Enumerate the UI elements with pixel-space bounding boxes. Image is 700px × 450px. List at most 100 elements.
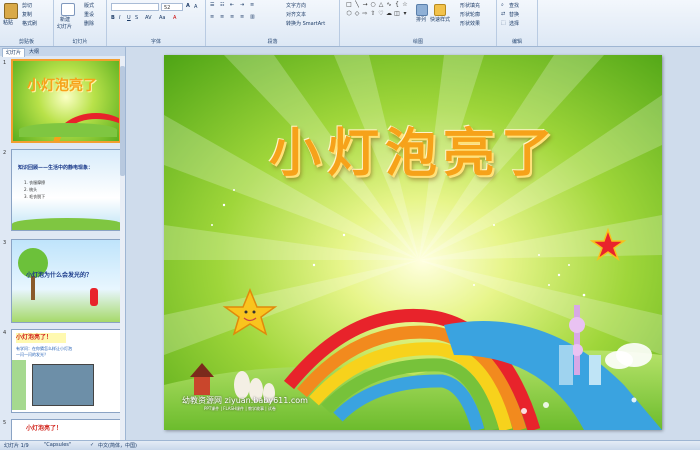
group-label: 编辑	[511, 39, 522, 45]
numbering-icon[interactable]: ☷	[220, 2, 224, 8]
tab-outline[interactable]: 大纲	[26, 48, 42, 56]
bullets-icon[interactable]: ☰	[210, 2, 214, 8]
panel-tabs: 幻灯片 大纲	[0, 47, 125, 57]
slides-panel: 幻灯片 大纲 1 小灯泡亮了 2 知识回顾——生活中的静电现象： 1. 衣服摩擦…	[0, 47, 126, 440]
increase-indent-icon[interactable]: ⇥	[240, 2, 244, 8]
align-center-icon[interactable]: ≡	[220, 14, 224, 20]
columns-icon[interactable]: ▥	[250, 14, 255, 20]
delete-button[interactable]: 删除	[84, 20, 94, 27]
tab-slides[interactable]: 幻灯片	[2, 48, 26, 57]
status-language: 中文(简体，中国)	[98, 443, 137, 449]
group-paragraph: ☰ ☷ ⇤ ⇥ ≡ ≡ ≡ ≡ ≡ ▥ 文字方向 对齐文本 转换为 SmartA…	[206, 0, 340, 46]
thumb-item: 1. 衣服摩擦	[24, 180, 46, 185]
group-clipboard: 粘贴 剪切 复制 格式刷 剪贴板	[0, 0, 54, 46]
shape-heart-icon[interactable]: ♡	[378, 11, 384, 17]
strikethrough-icon[interactable]: S	[135, 15, 138, 21]
slide-title[interactable]: 小灯泡亮了	[224, 111, 604, 186]
shape-outline-button[interactable]: 形状轮廓	[460, 11, 480, 18]
thumb-hill	[19, 123, 117, 137]
quick-styles-icon[interactable]	[434, 4, 446, 16]
status-slide-info: 幻灯片 1/9	[4, 443, 29, 449]
replace-icon[interactable]: ⇄	[501, 11, 505, 17]
cut-button[interactable]: 剪切	[22, 2, 32, 9]
format-painter-button[interactable]: 格式刷	[22, 20, 37, 27]
shape-more-icon[interactable]: ▾	[402, 11, 408, 17]
find-button[interactable]: 查找	[509, 2, 519, 9]
thumb-body: 有学问：在你猜怎么样让小灯泡一闪一闪的发光？	[16, 346, 72, 357]
shape-arrow-right-icon[interactable]: ⇨	[362, 11, 368, 17]
align-text-button[interactable]: 对齐文本	[286, 11, 306, 18]
thumb-item: 2. 梳头	[24, 187, 38, 192]
shape-rect-icon[interactable]: □	[346, 2, 352, 8]
justify-icon[interactable]: ≡	[240, 14, 244, 20]
new-slide-label: 幻灯片	[57, 24, 73, 30]
group-label: 幻灯片	[72, 39, 88, 45]
select-icon[interactable]: ⬚	[501, 20, 506, 26]
thumb-title: 小灯泡亮了！	[26, 425, 63, 432]
slide-thumb-1[interactable]: 小灯泡亮了	[11, 59, 121, 143]
thumb-trunk	[31, 276, 35, 300]
decrease-indent-icon[interactable]: ⇤	[230, 2, 234, 8]
shape-star-icon[interactable]: ☆	[402, 2, 408, 8]
font-color-icon[interactable]: A	[173, 15, 176, 21]
shape-brace-icon[interactable]: {	[394, 2, 400, 8]
slide-thumb-4[interactable]: 小灯泡亮了！ 有学问：在你猜怎么样让小灯泡一闪一闪的发光？	[11, 329, 121, 413]
shape-line-icon[interactable]: ╲	[354, 2, 360, 8]
font-size-combo[interactable]: 52	[161, 3, 183, 11]
layout-button[interactable]: 版式	[84, 2, 94, 9]
status-spell-icon[interactable]: ✓	[90, 442, 94, 448]
shape-triangle-icon[interactable]: △	[378, 2, 384, 8]
shape-cloud-icon[interactable]: ☁	[386, 11, 392, 17]
align-left-icon[interactable]: ≡	[210, 14, 214, 20]
shape-callout-icon[interactable]: ◫	[394, 11, 400, 17]
grow-font-icon[interactable]: A	[186, 3, 190, 9]
panel-scrollbar[interactable]	[120, 56, 125, 440]
slide-thumb-3[interactable]: 小灯泡为什么会发光的？	[11, 239, 121, 323]
line-spacing-icon[interactable]: ≡	[250, 2, 254, 8]
paste-icon[interactable]	[4, 3, 18, 19]
smartart-button[interactable]: 转换为 SmartArt	[286, 20, 325, 27]
reset-button[interactable]: 重设	[84, 11, 94, 18]
shape-curve-icon[interactable]: ∿	[386, 2, 392, 8]
font-name-combo[interactable]	[111, 3, 159, 11]
find-icon[interactable]: ⌕	[501, 2, 504, 8]
slide-1[interactable]: 小灯泡亮了 幼教资源网 ziyuan.baby611.com PPT课件 | F…	[164, 55, 662, 430]
thumb-number: 1	[3, 60, 7, 66]
copy-button[interactable]: 复制	[22, 11, 32, 18]
select-button[interactable]: 选择	[509, 20, 519, 27]
shrink-font-icon[interactable]: A	[194, 4, 197, 10]
shape-arrow-up-icon[interactable]: ⇧	[370, 11, 376, 17]
slide-thumb-5[interactable]: 小灯泡亮了！	[11, 419, 121, 440]
status-theme: "Capsules"	[44, 442, 72, 448]
thumb-title: 小灯泡为什么会发光的？	[26, 272, 93, 279]
replace-button[interactable]: 替换	[509, 11, 519, 18]
shape-arrow-icon[interactable]: →	[362, 2, 368, 8]
shape-effects-button[interactable]: 形状效果	[460, 20, 480, 27]
watermark: 幼教资源网 ziyuan.baby611.com	[182, 396, 308, 405]
new-slide-icon[interactable]	[61, 3, 75, 16]
arrange-button[interactable]: 排列	[416, 16, 426, 23]
shape-oval-icon[interactable]: ○	[370, 2, 376, 8]
thumb-title: 小灯泡亮了	[27, 78, 97, 94]
slide-canvas: 小灯泡亮了 幼教资源网 ziyuan.baby611.com PPT课件 | F…	[126, 47, 700, 440]
slide-thumb-2[interactable]: 知识回顾——生活中的静电现象： 1. 衣服摩擦 2. 梳头 3. 毛衣脱下	[11, 149, 121, 231]
change-case-icon[interactable]: Aa	[159, 15, 165, 21]
thumb-item: 3. 毛衣脱下	[24, 194, 46, 199]
quick-styles-button[interactable]: 快速样式	[430, 16, 450, 23]
text-direction-button[interactable]: 文字方向	[286, 2, 306, 9]
new-slide-button[interactable]: 新建	[60, 16, 70, 23]
bold-icon[interactable]: B	[111, 15, 115, 21]
char-spacing-icon[interactable]: AV	[145, 15, 152, 21]
thumb-number: 2	[3, 150, 7, 156]
paste-button[interactable]: 粘贴	[3, 19, 13, 26]
arrange-icon[interactable]	[416, 4, 428, 16]
group-slides: 新建 幻灯片 版式 重设 删除 幻灯片	[54, 0, 107, 46]
shape-hexagon-icon[interactable]: ⬡	[346, 11, 352, 17]
underline-icon[interactable]: U	[127, 15, 131, 21]
shape-diamond-icon[interactable]: ◇	[354, 11, 360, 17]
shape-fill-button[interactable]: 形状填充	[460, 2, 480, 9]
panel-scrollbar-thumb[interactable]	[120, 66, 125, 176]
italic-icon[interactable]: I	[119, 15, 120, 21]
align-right-icon[interactable]: ≡	[230, 14, 234, 20]
group-label: 段落	[267, 39, 278, 45]
